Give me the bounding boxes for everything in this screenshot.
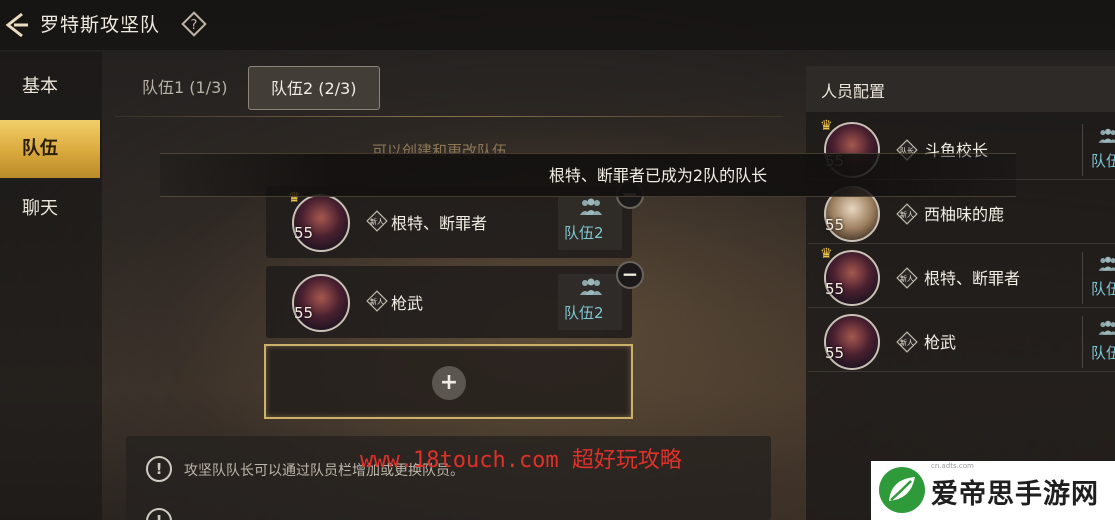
- member-name: 根特、断罪者: [391, 214, 488, 233]
- level: 55: [294, 224, 314, 242]
- level: 55: [825, 280, 845, 298]
- team-indicator: 队伍: [1082, 252, 1115, 304]
- toast-message: 根特、断罪者已成为2队的队长: [160, 153, 1016, 197]
- people-icon: [1098, 256, 1115, 271]
- site-logo: cn.adts.com 爱帝思手游网: [871, 461, 1115, 520]
- crown-icon: ♛: [820, 246, 833, 262]
- svg-text:?: ?: [191, 18, 198, 33]
- plus-icon[interactable]: +: [432, 366, 466, 400]
- newbie-badge-icon: 新人: [896, 267, 918, 289]
- level: 55: [825, 344, 845, 362]
- team-label: 队伍: [1091, 344, 1115, 362]
- page-title: 罗特斯攻坚队: [40, 14, 161, 36]
- logo-text: 爱帝思手游网: [931, 479, 1099, 510]
- level: 55: [825, 216, 845, 234]
- roster-row[interactable]: 55 新人 枪武 队伍: [808, 310, 1115, 372]
- people-icon: [1098, 128, 1115, 143]
- tab-team2[interactable]: 队伍2 (2/3): [248, 66, 380, 110]
- member-name: 根特、断罪者: [924, 269, 1021, 288]
- member-name: 枪武: [924, 333, 957, 352]
- team-indicator: 队伍: [1082, 124, 1115, 176]
- top-bar: [0, 0, 1115, 50]
- sidebar: 基本 队伍 聊天: [0, 52, 102, 520]
- svg-text:新人: 新人: [900, 274, 914, 283]
- avatar: [292, 194, 350, 252]
- sidebar-item-basic[interactable]: 基本: [0, 58, 100, 116]
- watermark-text: www.18touch.com 超好玩攻略: [360, 448, 682, 473]
- help-icon[interactable]: ?: [181, 11, 207, 37]
- avatar: [292, 274, 350, 332]
- svg-text:新人: 新人: [900, 210, 914, 219]
- team-indicator: 队伍: [1082, 316, 1115, 368]
- remove-member-button[interactable]: −: [616, 261, 644, 289]
- crown-icon: ♛: [820, 118, 833, 134]
- roster-title: 人员配置: [821, 82, 886, 101]
- newbie-badge-icon: 新人: [366, 210, 388, 232]
- back-arrow-icon[interactable]: [0, 8, 30, 42]
- team-member-card[interactable]: 55 新人 枪武 队伍2: [266, 266, 632, 338]
- newbie-badge-icon: 新人: [366, 290, 388, 312]
- people-icon: [580, 278, 602, 295]
- tab-team1[interactable]: 队伍1 (1/3): [120, 66, 250, 110]
- roster-row[interactable]: ♛ 55 新人 根特、断罪者 队伍: [808, 246, 1115, 308]
- team-indicator: 队伍2: [558, 274, 622, 330]
- newbie-badge-icon: 新人: [896, 331, 918, 353]
- team-label: 队伍2: [564, 224, 604, 242]
- leaf-logo-icon: [879, 467, 925, 513]
- newbie-badge-icon: 新人: [896, 203, 918, 225]
- tab-divider: [115, 116, 783, 117]
- team-indicator: 队伍2: [558, 194, 622, 250]
- member-name: 西柚味的鹿: [924, 205, 1005, 224]
- svg-text:新人: 新人: [370, 297, 384, 306]
- sidebar-item-team[interactable]: 队伍: [0, 120, 100, 178]
- sidebar-item-chat[interactable]: 聊天: [0, 180, 100, 238]
- member-name: 枪武: [391, 294, 424, 313]
- logo-subtext: cn.adts.com: [931, 462, 974, 470]
- add-member-slot[interactable]: +: [264, 344, 633, 419]
- team-label: 队伍2: [564, 304, 604, 322]
- team-label: 队伍: [1091, 280, 1115, 298]
- info-icon: !: [146, 508, 172, 520]
- level: 55: [294, 304, 314, 322]
- svg-text:新人: 新人: [900, 338, 914, 347]
- people-icon: [580, 198, 602, 215]
- people-icon: [1098, 320, 1115, 335]
- team-label: 队伍: [1091, 152, 1115, 170]
- svg-text:新人: 新人: [370, 217, 384, 226]
- info-icon: !: [146, 456, 172, 482]
